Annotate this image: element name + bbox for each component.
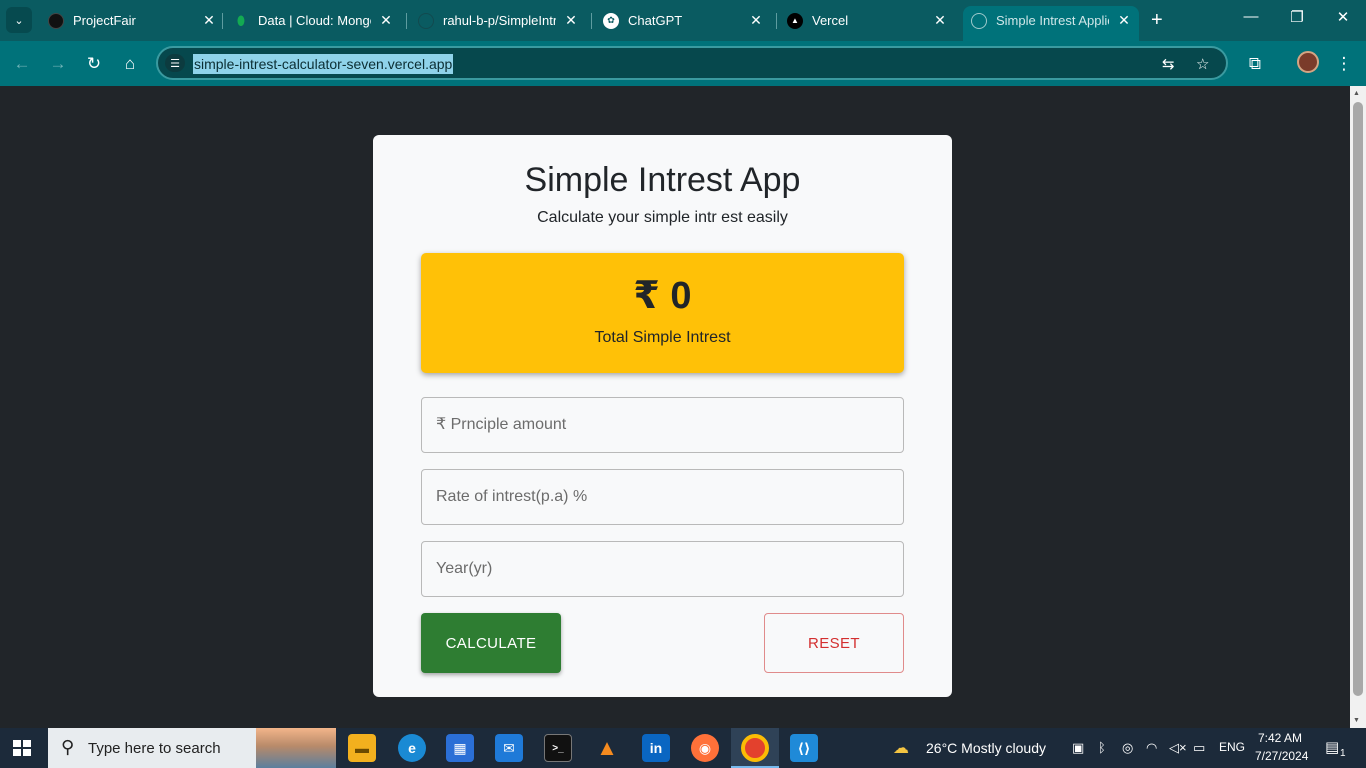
firefox-icon[interactable]: ◉ <box>691 734 719 762</box>
vercel-triangle-icon: ▲ <box>787 12 803 29</box>
search-icon: ⚲ <box>61 737 75 757</box>
vscode-icon[interactable]: ⟨⟩ <box>790 734 818 762</box>
clock-time[interactable]: 7:42 AM <box>1258 731 1302 745</box>
calculate-button[interactable]: CALCULATE <box>421 613 561 673</box>
battery-icon[interactable]: ▭ <box>1193 740 1205 756</box>
file-explorer-icon[interactable]: ▬ <box>348 734 376 762</box>
github-icon <box>418 12 434 29</box>
calculator-card: Simple Intrest App Calculate your simple… <box>373 135 952 697</box>
menu-kebab-icon[interactable]: ⋮ <box>1332 52 1356 76</box>
linkedin-icon[interactable]: in <box>642 734 670 762</box>
tab-simple-intrest-active[interactable]: Simple Intrest Application ✕ <box>963 6 1139 41</box>
tab-mongodb[interactable]: ⬮ Data | Cloud: MongoDB ✕ <box>233 6 395 35</box>
bluetooth-icon[interactable]: ᛒ <box>1098 740 1106 755</box>
taskbar-search-placeholder: Type here to search <box>88 740 221 757</box>
home-icon[interactable]: ⌂ <box>118 52 142 76</box>
windows-taskbar: ⚲ Type here to search ▬ e ▦ ✉ >_ ▲ in ◉ … <box>0 728 1366 768</box>
minimize-icon[interactable]: — <box>1236 8 1266 25</box>
tab-separator <box>776 13 777 29</box>
browser-tab-strip: ⌄ ProjectFair ✕ ⬮ Data | Cloud: MongoDB … <box>0 0 1366 41</box>
page-scrollbar[interactable]: ▲ ▼ <box>1350 86 1366 728</box>
result-label: Total Simple Intrest <box>594 329 731 346</box>
new-tab-button[interactable]: + <box>1151 10 1163 30</box>
result-amount: ₹ 0 <box>633 275 692 317</box>
vlc-icon[interactable]: ▲ <box>593 734 621 762</box>
reset-button[interactable]: RESET <box>764 613 904 673</box>
taskbar-search-box[interactable]: ⚲ Type here to search <box>48 728 336 768</box>
terminal-icon[interactable]: >_ <box>544 734 572 762</box>
site-info-icon[interactable]: ☰ <box>165 54 185 72</box>
close-window-icon[interactable]: ✕ <box>1328 8 1358 26</box>
url-text[interactable]: simple-intrest-calculator-seven.vercel.a… <box>193 54 454 74</box>
close-icon[interactable]: ✕ <box>747 12 765 29</box>
reload-icon[interactable]: ↻ <box>82 52 106 76</box>
bookmark-star-icon[interactable]: ☆ <box>1196 55 1209 73</box>
browser-toolbar: ← → ↻ ⌂ ☰ simple-intrest-calculator-seve… <box>0 41 1366 86</box>
close-icon[interactable]: ✕ <box>1115 12 1133 29</box>
tab-separator <box>591 13 592 29</box>
chrome-icon[interactable] <box>741 734 769 762</box>
page-viewport: Simple Intrest App Calculate your simple… <box>0 86 1350 728</box>
scrollbar-thumb[interactable] <box>1353 102 1363 696</box>
tab-projectfair[interactable]: ProjectFair ✕ <box>48 6 218 35</box>
tab-separator <box>406 13 407 29</box>
mongodb-leaf-icon: ⬮ <box>236 12 246 28</box>
tab-chatgpt[interactable]: ✿ ChatGPT ✕ <box>603 6 765 35</box>
extensions-icon[interactable]: ⧉ <box>1243 52 1267 76</box>
globe-icon <box>971 12 987 29</box>
windows-start-icon[interactable] <box>13 740 31 756</box>
chatgpt-icon: ✿ <box>603 12 619 29</box>
language-indicator[interactable]: ENG <box>1219 740 1245 754</box>
camera-icon[interactable]: ◎ <box>1122 740 1133 756</box>
notification-count-badge: 1 <box>1340 748 1346 759</box>
page-subtitle: Calculate your simple intr est easily <box>537 209 788 226</box>
close-icon[interactable]: ✕ <box>200 12 218 29</box>
year-input[interactable] <box>421 541 904 597</box>
scroll-up-icon[interactable]: ▲ <box>1353 90 1360 97</box>
result-box: ₹ 0 Total Simple Intrest <box>421 253 904 373</box>
page-title: Simple Intrest App <box>524 161 801 199</box>
projectfair-favicon <box>48 12 64 29</box>
close-icon[interactable]: ✕ <box>562 12 580 29</box>
principle-input[interactable] <box>421 397 904 453</box>
profile-avatar[interactable] <box>1297 51 1319 73</box>
rate-input[interactable] <box>421 469 904 525</box>
edge-icon[interactable]: e <box>398 734 426 762</box>
system-tray-app-icon[interactable]: ▣ <box>1072 740 1084 756</box>
forward-arrow-icon[interactable]: → <box>46 52 70 76</box>
close-icon[interactable]: ✕ <box>931 12 949 29</box>
back-arrow-icon[interactable]: ← <box>10 52 34 76</box>
wifi-icon[interactable]: ◠ <box>1146 740 1157 756</box>
chevron-down-icon: ⌄ <box>14 14 24 27</box>
volume-muted-icon[interactable]: ◁× <box>1169 740 1187 756</box>
address-bar[interactable]: ☰ simple-intrest-calculator-seven.vercel… <box>156 46 1228 80</box>
mail-icon[interactable]: ✉ <box>495 734 523 762</box>
tab-github[interactable]: rahul-b-p/SimpleIntrest ✕ <box>418 6 580 35</box>
clock-date[interactable]: 7/27/2024 <box>1255 749 1308 763</box>
translate-icon[interactable]: ⇆ <box>1162 55 1175 73</box>
search-highlight-image <box>256 728 336 768</box>
store-icon[interactable]: ▦ <box>446 734 474 762</box>
tab-separator <box>222 13 223 29</box>
weather-text[interactable]: 26°C Mostly cloudy <box>926 740 1046 756</box>
scroll-down-icon[interactable]: ▼ <box>1353 717 1360 724</box>
weather-cloud-icon[interactable]: ☁ <box>893 738 909 758</box>
notification-center-icon[interactable]: ▤ <box>1325 738 1339 756</box>
tab-search-button[interactable]: ⌄ <box>6 7 32 33</box>
restore-icon[interactable]: ❐ <box>1282 8 1312 26</box>
tab-vercel[interactable]: ▲ Vercel ✕ <box>787 6 949 35</box>
close-icon[interactable]: ✕ <box>377 12 395 29</box>
